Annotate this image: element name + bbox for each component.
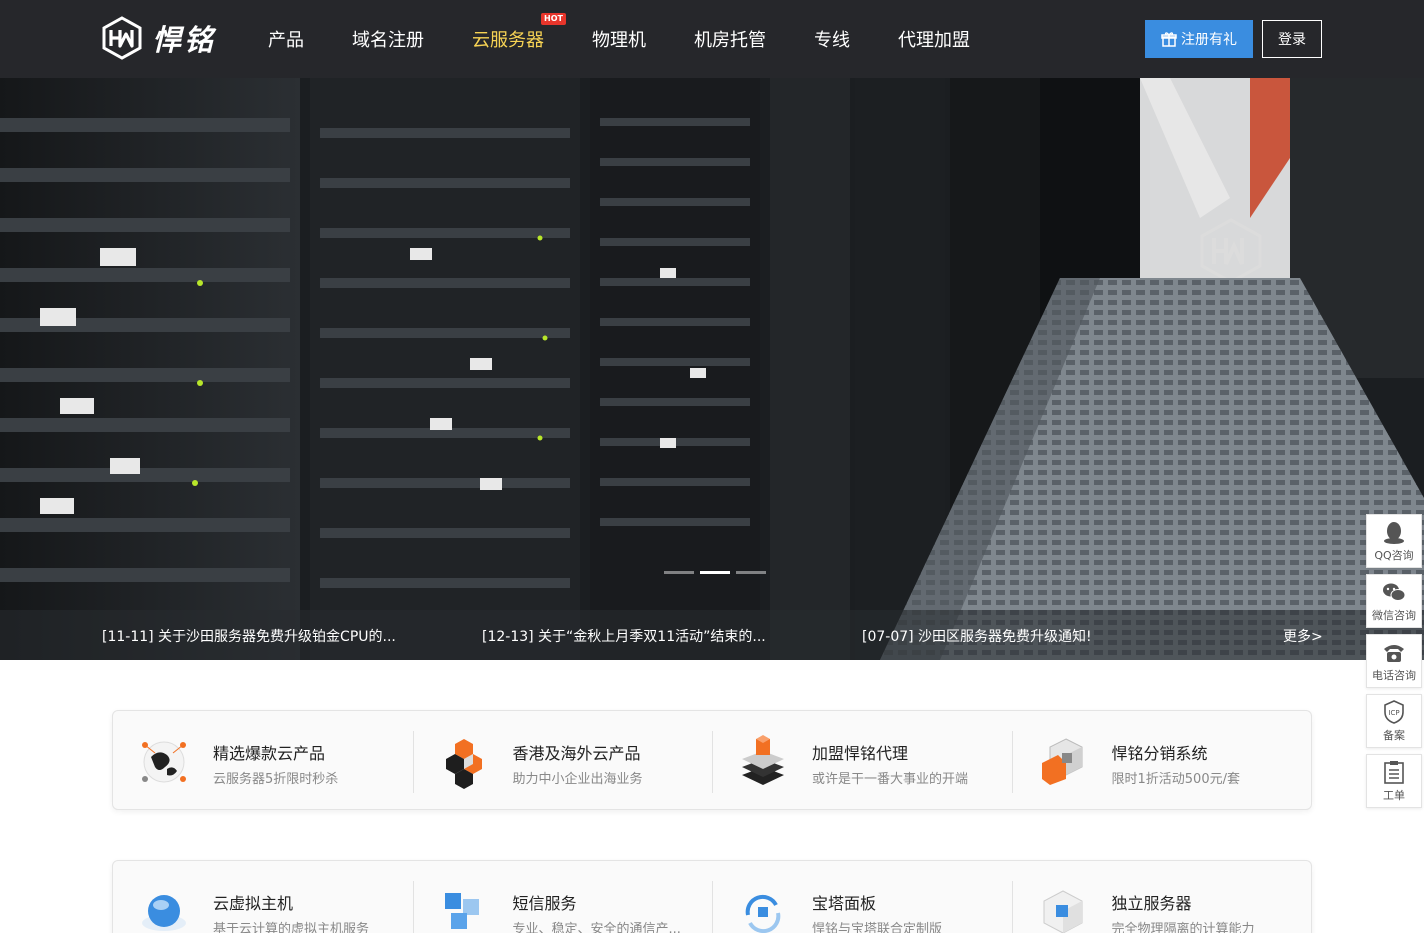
carousel-dot-3[interactable] xyxy=(736,571,766,574)
feature-title: 精选爆款云产品 xyxy=(213,744,326,763)
feature-desc: 专业、稳定、安全的通信产... xyxy=(512,922,681,933)
carousel-dot-2[interactable] xyxy=(700,571,730,574)
feature-desc: 助力中小企业出海业务 xyxy=(512,772,643,787)
nav-item-physical[interactable]: 物理机 xyxy=(592,26,646,52)
side-label: 微信咨询 xyxy=(1372,609,1416,622)
logo-text: 悍铭 xyxy=(152,23,217,57)
main-nav: 产品 域名注册 云服务器 HOT 物理机 机房托管 专线 代理加盟 xyxy=(268,0,1018,78)
feature-title: 短信服务 xyxy=(512,894,577,913)
feature-desc: 云服务器5折限时秒杀 xyxy=(213,772,339,787)
news-item[interactable]: [07-07] 沙田区服务器免费升级通知! xyxy=(862,626,1092,646)
feature-card[interactable]: 精选爆款云产品 云服务器5折限时秒杀 xyxy=(113,711,413,809)
login-button[interactable]: 登录 xyxy=(1262,20,1322,58)
hero-banner[interactable]: [11-11] 关于沙田服务器免费升级铂金CPU的... [12-13] 关于“… xyxy=(0,78,1424,660)
site-logo[interactable]: 悍铭 xyxy=(100,14,216,62)
side-wechat-consult[interactable]: 微信咨询 xyxy=(1366,574,1422,628)
svg-text:ICP: ICP xyxy=(1388,709,1399,717)
nav-item-cloud-server[interactable]: 云服务器 HOT xyxy=(472,13,566,52)
side-ticket[interactable]: 工单 xyxy=(1366,754,1422,808)
feature-desc: 基于云计算的虚拟主机服务 xyxy=(213,922,370,933)
feature-desc: 或许是干一番大事业的开端 xyxy=(812,772,969,787)
side-label: 工单 xyxy=(1383,789,1405,802)
feature-card[interactable]: 独立服务器 完全物理隔离的计算能力 xyxy=(1011,861,1312,933)
side-label: QQ咨询 xyxy=(1374,549,1414,562)
layers-icon xyxy=(742,735,784,785)
qq-icon xyxy=(1384,522,1404,544)
nav-item-agent[interactable]: 代理加盟 xyxy=(898,26,970,52)
register-label: 注册有礼 xyxy=(1181,32,1237,48)
feature-title: 悍铭分销系统 xyxy=(1111,744,1208,763)
feature-title: 香港及海外云产品 xyxy=(512,744,641,763)
cloud-sphere-icon xyxy=(142,895,186,931)
hot-badge: HOT xyxy=(541,13,566,25)
feature-desc: 悍铭与宝塔联合定制版 xyxy=(812,922,943,933)
side-label: 备案 xyxy=(1383,729,1405,742)
side-qq-consult[interactable]: QQ咨询 xyxy=(1366,514,1422,568)
nav-item-dedicated-line[interactable]: 专线 xyxy=(814,26,850,52)
cube-box-icon xyxy=(1041,738,1082,785)
side-phone-consult[interactable]: 电话咨询 xyxy=(1366,634,1422,688)
nav-item-cloud-server-label: 云服务器 xyxy=(472,30,544,51)
feature-title: 加盟悍铭代理 xyxy=(812,744,909,763)
side-contact-bar: QQ咨询 微信咨询 电话咨询 ICP 备案 工单 xyxy=(1366,514,1422,814)
nav-item-colocation[interactable]: 机房托管 xyxy=(694,26,766,52)
feature-desc: 限时1折活动500元/套 xyxy=(1111,772,1240,787)
feature-title: 独立服务器 xyxy=(1111,894,1192,913)
feature-card[interactable]: 悍铭分销系统 限时1折活动500元/套 xyxy=(1011,711,1312,809)
news-item[interactable]: [11-11] 关于沙田服务器免费升级铂金CPU的... xyxy=(102,626,396,646)
news-bar: [11-11] 关于沙田服务器免费升级铂金CPU的... [12-13] 关于“… xyxy=(0,610,1424,660)
hex-cubes-icon xyxy=(445,739,482,789)
feature-card[interactable]: 宝塔面板 悍铭与宝塔联合定制版 xyxy=(712,861,1012,933)
globe-network-icon xyxy=(142,741,186,783)
nav-item-domain[interactable]: 域名注册 xyxy=(352,26,424,52)
feature-title: 宝塔面板 xyxy=(812,894,877,913)
feature-row-1: 精选爆款云产品 云服务器5折限时秒杀 香港及海外云产品 助力中小企业出海业务 加… xyxy=(112,710,1312,810)
side-icp-filing[interactable]: ICP 备案 xyxy=(1366,694,1422,748)
feature-card[interactable]: 加盟悍铭代理 或许是干一番大事业的开端 xyxy=(712,711,1012,809)
feature-row-2: 云虚拟主机 基于云计算的虚拟主机服务 短信服务 专业、稳定、安全的通信产... … xyxy=(112,860,1312,933)
feature-title: 云虚拟主机 xyxy=(213,894,294,913)
feature-card[interactable]: 云虚拟主机 基于云计算的虚拟主机服务 xyxy=(113,861,413,933)
feature-card[interactable]: 香港及海外云产品 助力中小企业出海业务 xyxy=(412,711,713,809)
gift-icon xyxy=(1161,32,1177,47)
nav-item-products[interactable]: 产品 xyxy=(268,26,304,52)
logo-mark-icon xyxy=(102,16,142,60)
side-label: 电话咨询 xyxy=(1372,669,1416,682)
register-button[interactable]: 注册有礼 xyxy=(1145,20,1253,58)
carousel-dot-1[interactable] xyxy=(664,571,694,574)
server-cube-icon xyxy=(1043,890,1082,933)
carousel-dots xyxy=(664,571,766,574)
news-more-link[interactable]: 更多> xyxy=(1283,626,1323,646)
panel-cycle-icon xyxy=(745,894,781,933)
top-header: 悍铭 产品 域名注册 云服务器 HOT 物理机 机房托管 专线 代理加盟 注册有… xyxy=(0,0,1424,78)
feature-desc: 完全物理隔离的计算能力 xyxy=(1111,922,1255,933)
sms-blocks-icon xyxy=(444,893,479,929)
ticket-icon xyxy=(1384,761,1404,784)
icp-shield-icon: ICP xyxy=(1384,700,1404,724)
feature-card[interactable]: 短信服务 专业、稳定、安全的通信产... xyxy=(412,861,713,933)
news-item[interactable]: [12-13] 关于“金秋上月季双11活动”结束的... xyxy=(482,626,766,646)
phone-icon xyxy=(1384,645,1404,662)
wechat-icon xyxy=(1383,583,1406,601)
